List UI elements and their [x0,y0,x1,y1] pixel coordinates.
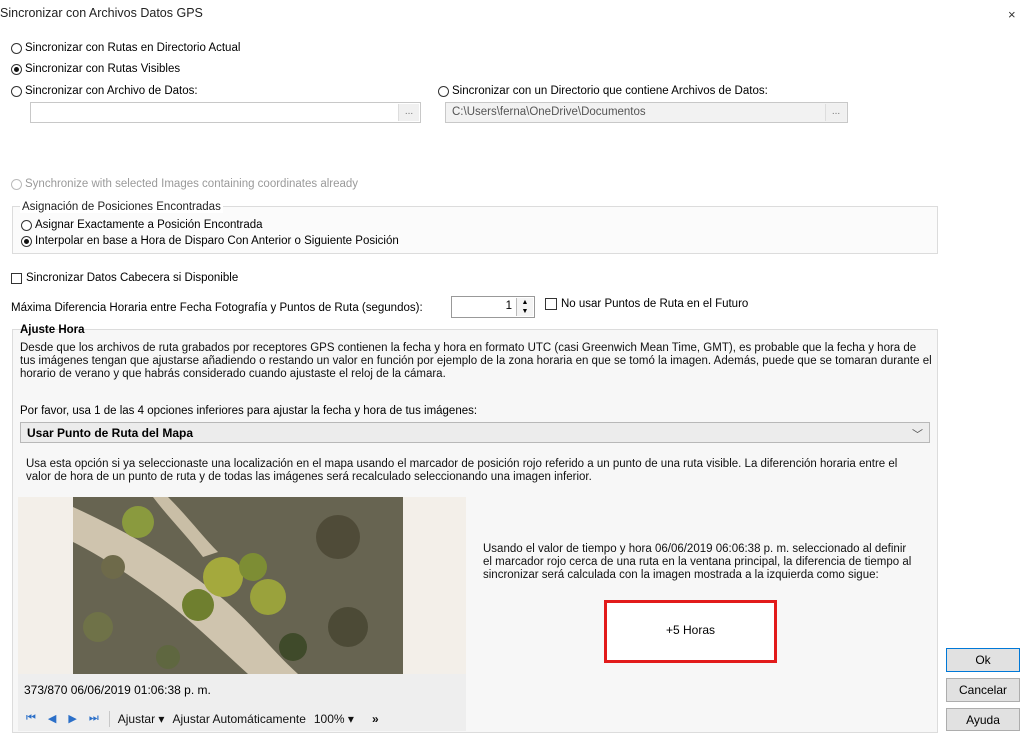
radio-current-dir-label: Sincronizar con Rutas en Directorio Actu… [25,42,241,54]
ajuste-description: Desde que los archivos de ruta grabados … [20,342,932,380]
data-dir-field[interactable]: C:\Users\ferna\OneDrive\Documentos ... [445,102,848,123]
radio-interpolate[interactable]: Interpolar en base a Hora de Disparo Con… [21,235,399,247]
radio-exact-position[interactable]: Asignar Exactamente a Posición Encontrad… [21,219,263,231]
last-icon[interactable]: ⏭ [89,712,99,725]
first-icon[interactable]: ⏮ [26,712,36,725]
ajuste-prompt: Por favor, usa 1 de las 4 opciones infer… [20,405,478,417]
radio-data-dir[interactable]: Sincronizar con un Directorio que contie… [438,85,768,97]
radio-data-dir-label: Sincronizar con un Directorio que contie… [452,85,768,97]
no-future-label: No usar Puntos de Ruta en el Futuro [561,298,749,310]
close-icon[interactable]: × [1008,7,1016,22]
image-preview [18,497,466,674]
radio-selected-images-label: Synchronize with selected Images contain… [25,178,359,190]
auto-fit-button[interactable]: Ajustar Automáticamente [172,712,305,726]
zoom-menu-button[interactable]: 100% ▾ [314,712,354,726]
radio-circle [11,42,22,54]
data-dir-value: C:\Users\ferna\OneDrive\Documentos [452,106,646,118]
browse-file-button[interactable]: ... [398,104,419,121]
radio-circle [11,63,22,75]
spinner-buttons[interactable]: ▲ ▼ [516,298,533,316]
checkbox-box [545,298,557,310]
fit-menu-button[interactable]: Ajustar ▾ [118,712,165,726]
spin-down-icon[interactable]: ▼ [517,307,533,316]
overflow-icon[interactable]: » [372,712,379,726]
chevron-down-icon: ﹀ [912,429,923,441]
image-toolbar: ⏮ ◀ ▶ ⏭ Ajustar ▾ Ajustar Automáticament… [18,706,466,731]
result-value: +5 Horas [665,623,716,637]
max-diff-value: 1 [505,300,512,312]
checkbox-box [11,272,22,284]
option-description: Usa esta opción si ya seleccionaste una … [26,458,898,483]
radio-circle [11,178,22,190]
next-icon[interactable]: ▶ [68,712,76,725]
spin-up-icon[interactable]: ▲ [517,298,533,307]
image-caption: 373/870 06/06/2019 01:06:38 p. m. [24,683,211,697]
radio-data-file-label: Sincronizar con Archivo de Datos: [25,85,198,97]
calculation-text: Usando el valor de tiempo y hora 06/06/2… [483,543,912,581]
browse-dir-button[interactable]: ... [825,104,846,121]
radio-circle [11,85,22,97]
ajuste-hora-title: Ajuste Hora [20,324,85,336]
header-sync-checkbox[interactable]: Sincronizar Datos Cabecera si Disponible [11,272,238,284]
data-file-field[interactable]: ... [30,102,421,123]
dialog-title: Sincronizar con Archivos Datos GPS [0,6,203,20]
radio-circle [438,85,449,97]
adjust-method-value: Usar Punto de Ruta del Mapa [27,426,194,440]
radio-circle [21,219,32,231]
result-box: +5 Horas [604,600,777,663]
radio-current-dir[interactable]: Sincronizar con Rutas en Directorio Actu… [11,42,240,54]
cancel-button[interactable]: Cancelar [946,678,1020,702]
ok-button[interactable]: Ok [946,648,1020,672]
position-assignment-title: Asignación de Posiciones Encontradas [20,201,223,213]
radio-circle [21,235,32,247]
adjust-method-dropdown[interactable]: Usar Punto de Ruta del Mapa ﹀ [20,422,930,443]
prev-icon[interactable]: ◀ [48,712,56,725]
toolbar-separator [108,710,110,727]
max-diff-label: Máxima Diferencia Horaria entre Fecha Fo… [11,302,423,314]
radio-exact-label: Asignar Exactamente a Posición Encontrad… [35,219,263,231]
radio-interpolate-label: Interpolar en base a Hora de Disparo Con… [35,235,399,247]
header-sync-label: Sincronizar Datos Cabecera si Disponible [26,272,239,284]
radio-visible-routes-label: Sincronizar con Rutas Visibles [25,63,181,75]
aerial-photo [18,497,466,674]
help-button[interactable]: Ayuda [946,708,1020,731]
no-future-checkbox[interactable]: No usar Puntos de Ruta en el Futuro [545,298,748,310]
max-diff-spinner[interactable]: 1 ▲ ▼ [451,296,535,318]
radio-data-file[interactable]: Sincronizar con Archivo de Datos: [11,85,198,97]
radio-visible-routes[interactable]: Sincronizar con Rutas Visibles [11,63,180,75]
radio-selected-images: Synchronize with selected Images contain… [11,178,358,190]
